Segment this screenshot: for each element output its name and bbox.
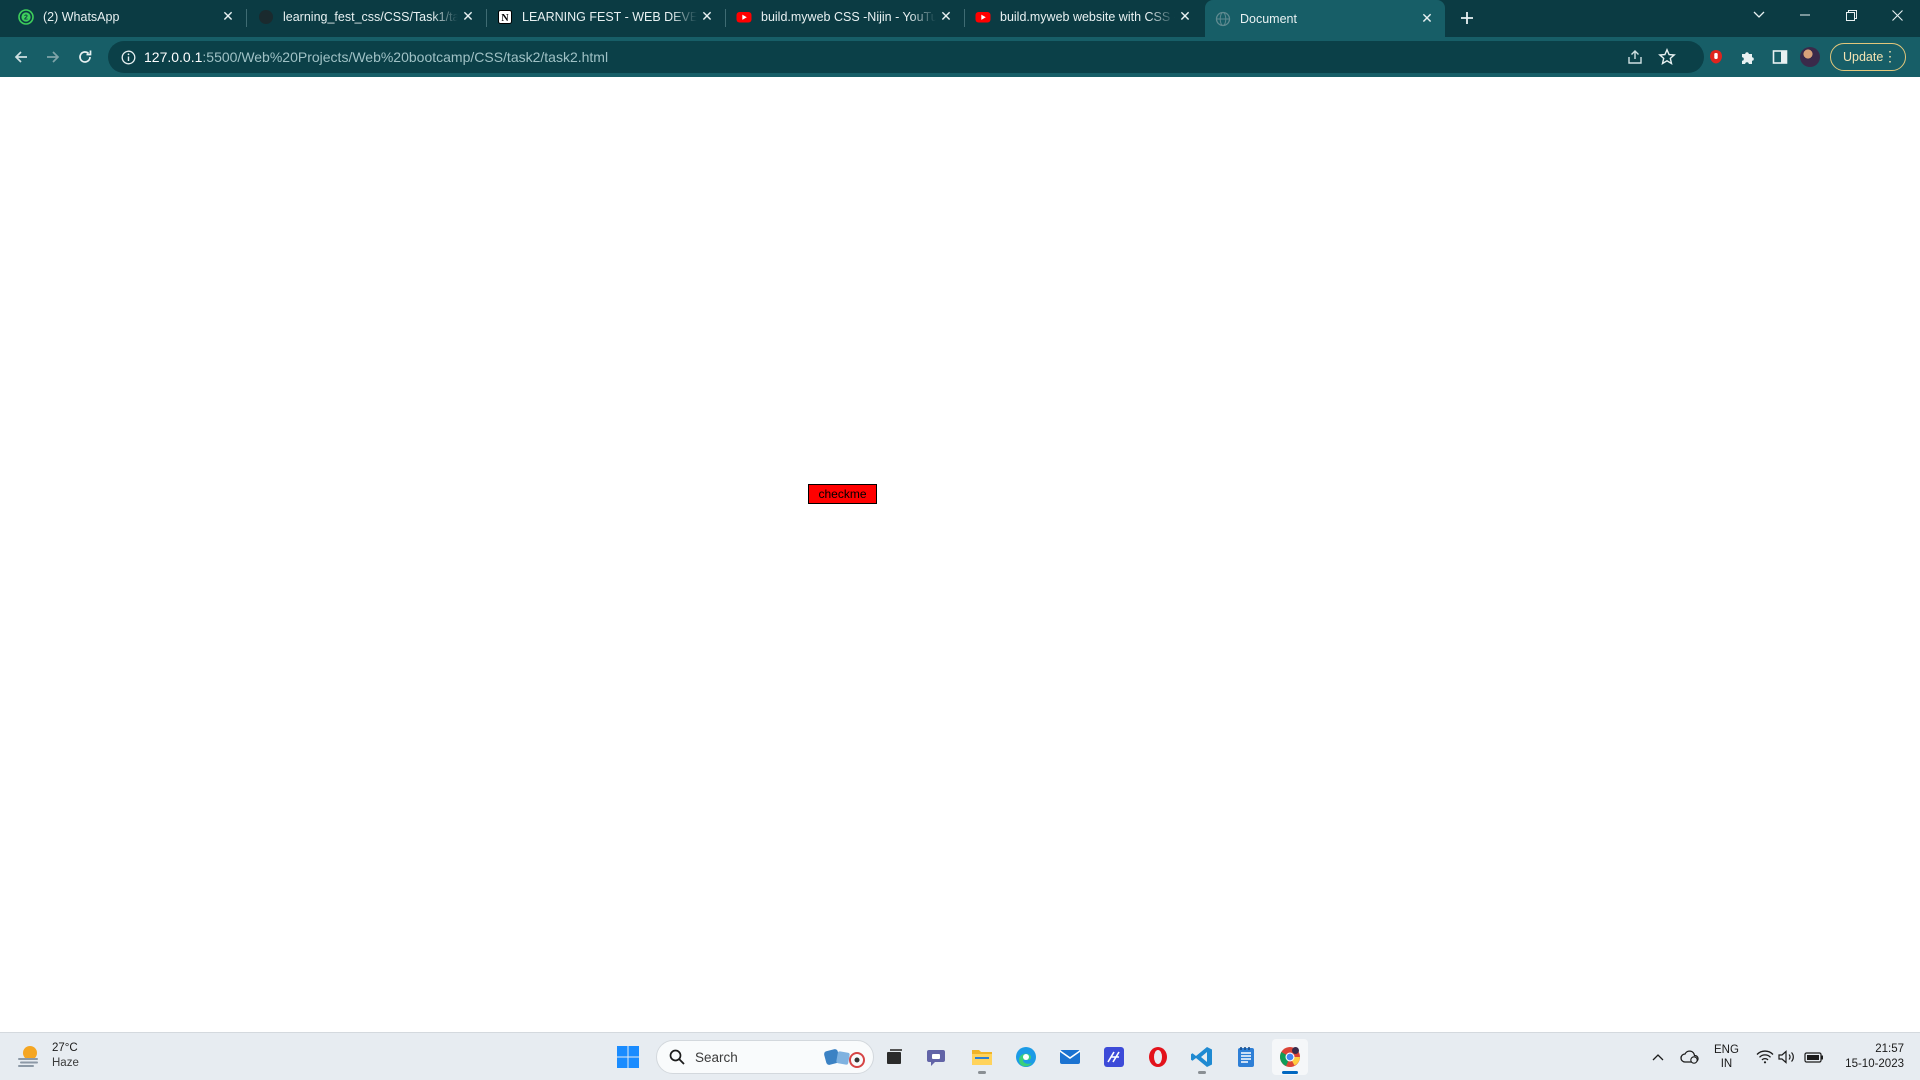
vscode-icon[interactable] — [1184, 1039, 1220, 1075]
url-text: 127.0.0.1:5500/Web%20Projects/Web%20boot… — [144, 49, 608, 65]
whatsapp-icon: 2 — [18, 8, 34, 25]
clock-date: 15-10-2023 — [1845, 1058, 1904, 1070]
close-icon — [1891, 9, 1903, 21]
update-label: Update — [1843, 50, 1884, 64]
haze-sun-icon — [18, 1046, 38, 1067]
running-indicator — [1198, 1071, 1206, 1074]
reload-button[interactable] — [71, 43, 99, 71]
url-path: :5500/Web%20Projects/Web%20bootcamp/CSS/… — [202, 49, 609, 65]
checkme-button[interactable]: checkme — [808, 484, 877, 504]
running-indicator — [978, 1071, 986, 1074]
notion-icon: N — [497, 9, 513, 25]
minimize-icon — [1800, 14, 1810, 16]
globe-icon — [1215, 11, 1231, 27]
back-button[interactable] — [7, 43, 35, 71]
github-icon — [258, 9, 274, 25]
tab-title: (2) WhatsApp — [43, 9, 120, 24]
share-icon[interactable] — [1626, 48, 1644, 71]
battery-icon — [1804, 1052, 1823, 1063]
reload-icon — [79, 50, 92, 63]
url-host: 127.0.0.1 — [144, 49, 203, 65]
search-icon — [669, 1049, 685, 1065]
close-tab-icon[interactable]: ✕ — [1417, 9, 1437, 29]
kebab-menu-icon[interactable]: ⋮ — [1883, 49, 1897, 63]
tab-title: build.myweb CSS -Nijin - YouTube — [761, 9, 936, 24]
tab-title: LEARNING FEST - WEB DEVELOPMENT — [522, 9, 697, 24]
chrome-icon[interactable] — [1272, 1039, 1308, 1075]
opera-icon[interactable] — [1140, 1039, 1176, 1075]
show-hidden-icons-chevron-up-icon[interactable] — [1640, 1039, 1676, 1075]
extensions-puzzle-icon[interactable] — [1734, 43, 1762, 71]
close-tab-icon[interactable]: ✕ — [1175, 7, 1195, 27]
task-view-icon[interactable] — [876, 1039, 912, 1075]
restore-button[interactable] — [1828, 0, 1874, 30]
svg-text:N: N — [501, 13, 509, 24]
chevron-down-icon — [1753, 11, 1765, 18]
browser-tab-strip: 2 (2) WhatsApp ✕ learning_fest_css/CSS/T… — [0, 0, 1920, 37]
new-tab-button[interactable] — [1453, 4, 1481, 32]
youtube-icon — [736, 9, 752, 25]
tab-github-learning-fest[interactable]: learning_fest_css/CSS/Task1/task ✕ — [248, 0, 487, 33]
clock-time: 21:57 — [1875, 1043, 1904, 1055]
tab-youtube-website[interactable]: build.myweb website with CSS - ✕ — [965, 0, 1203, 33]
language-region: IN — [1720, 1058, 1733, 1070]
page-viewport: checkme — [0, 77, 1920, 1032]
input-language-indicator[interactable]: ENG IN — [1714, 1043, 1739, 1071]
screen: 2 (2) WhatsApp ✕ learning_fest_css/CSS/T… — [0, 0, 1920, 1080]
notepad-icon[interactable] — [1228, 1039, 1264, 1075]
svg-text:2: 2 — [24, 14, 28, 21]
restore-icon — [1845, 9, 1857, 21]
bookmark-star-icon[interactable] — [1658, 48, 1676, 71]
tab-notion-learning-fest[interactable]: N LEARNING FEST - WEB DEVELOPMENT ✕ — [487, 0, 726, 33]
tab-whatsapp[interactable]: 2 (2) WhatsApp ✕ — [8, 0, 247, 33]
site-info-icon[interactable] — [112, 50, 144, 65]
onedrive-sync-icon[interactable] — [1672, 1039, 1708, 1075]
side-panel-icon[interactable] — [1766, 43, 1794, 71]
close-tab-icon[interactable]: ✕ — [458, 7, 478, 27]
close-tab-icon[interactable]: ✕ — [218, 7, 238, 27]
tab-title: Document — [1240, 11, 1297, 26]
language-code: ENG — [1714, 1044, 1739, 1056]
arrow-left-icon — [14, 51, 27, 63]
active-indicator — [1282, 1071, 1298, 1074]
address-bar[interactable]: 127.0.0.1:5500/Web%20Projects/Web%20boot… — [108, 41, 1704, 73]
extension-red-icon[interactable] — [1702, 43, 1730, 71]
tab-title: build.myweb website with CSS - — [1000, 9, 1175, 24]
search-placeholder: Search — [695, 1049, 738, 1065]
edge-icon[interactable] — [1008, 1039, 1044, 1075]
tab-title: learning_fest_css/CSS/Task1/task — [283, 9, 458, 24]
system-clock[interactable]: 21:57 15-10-2023 — [1836, 1042, 1904, 1072]
file-explorer-icon[interactable] — [964, 1039, 1000, 1075]
weather-condition: Haze — [52, 1057, 79, 1069]
close-window-button[interactable] — [1874, 0, 1920, 30]
weather-widget[interactable]: 27°C Haze — [16, 1041, 79, 1071]
system-tray-status[interactable] — [1756, 1033, 1824, 1080]
browser-toolbar: 127.0.0.1:5500/Web%20Projects/Web%20boot… — [0, 37, 1920, 77]
tab-separator — [246, 9, 247, 27]
weather-temp: 27°C — [52, 1042, 78, 1054]
close-tab-icon[interactable]: ✕ — [936, 7, 956, 27]
youtube-icon — [975, 9, 991, 25]
minimize-button[interactable] — [1782, 0, 1828, 30]
volume-icon — [1778, 1050, 1794, 1064]
wifi-icon — [1756, 1050, 1774, 1064]
teams-chat-icon[interactable] — [920, 1039, 956, 1075]
office-icon[interactable] — [1096, 1039, 1132, 1075]
mail-icon[interactable] — [1052, 1039, 1088, 1075]
tab-search-button[interactable] — [1736, 0, 1782, 30]
update-button[interactable]: Update ⋮ — [1830, 43, 1906, 71]
windows-taskbar: 27°C Haze Search ENG IN 21:57 15-10-2023 — [0, 1032, 1920, 1080]
tab-document[interactable]: Document ✕ — [1205, 0, 1445, 37]
close-tab-icon[interactable]: ✕ — [697, 7, 717, 27]
windows-start-icon[interactable] — [610, 1039, 646, 1075]
search-highlight-icon — [824, 1049, 865, 1068]
profile-avatar[interactable] — [1800, 47, 1820, 67]
forward-button[interactable] — [39, 43, 67, 71]
tab-youtube-css[interactable]: build.myweb CSS -Nijin - YouTube ✕ — [726, 0, 965, 33]
arrow-right-icon — [47, 51, 60, 63]
plus-icon — [1461, 12, 1473, 24]
taskbar-search-box[interactable]: Search — [656, 1040, 874, 1074]
